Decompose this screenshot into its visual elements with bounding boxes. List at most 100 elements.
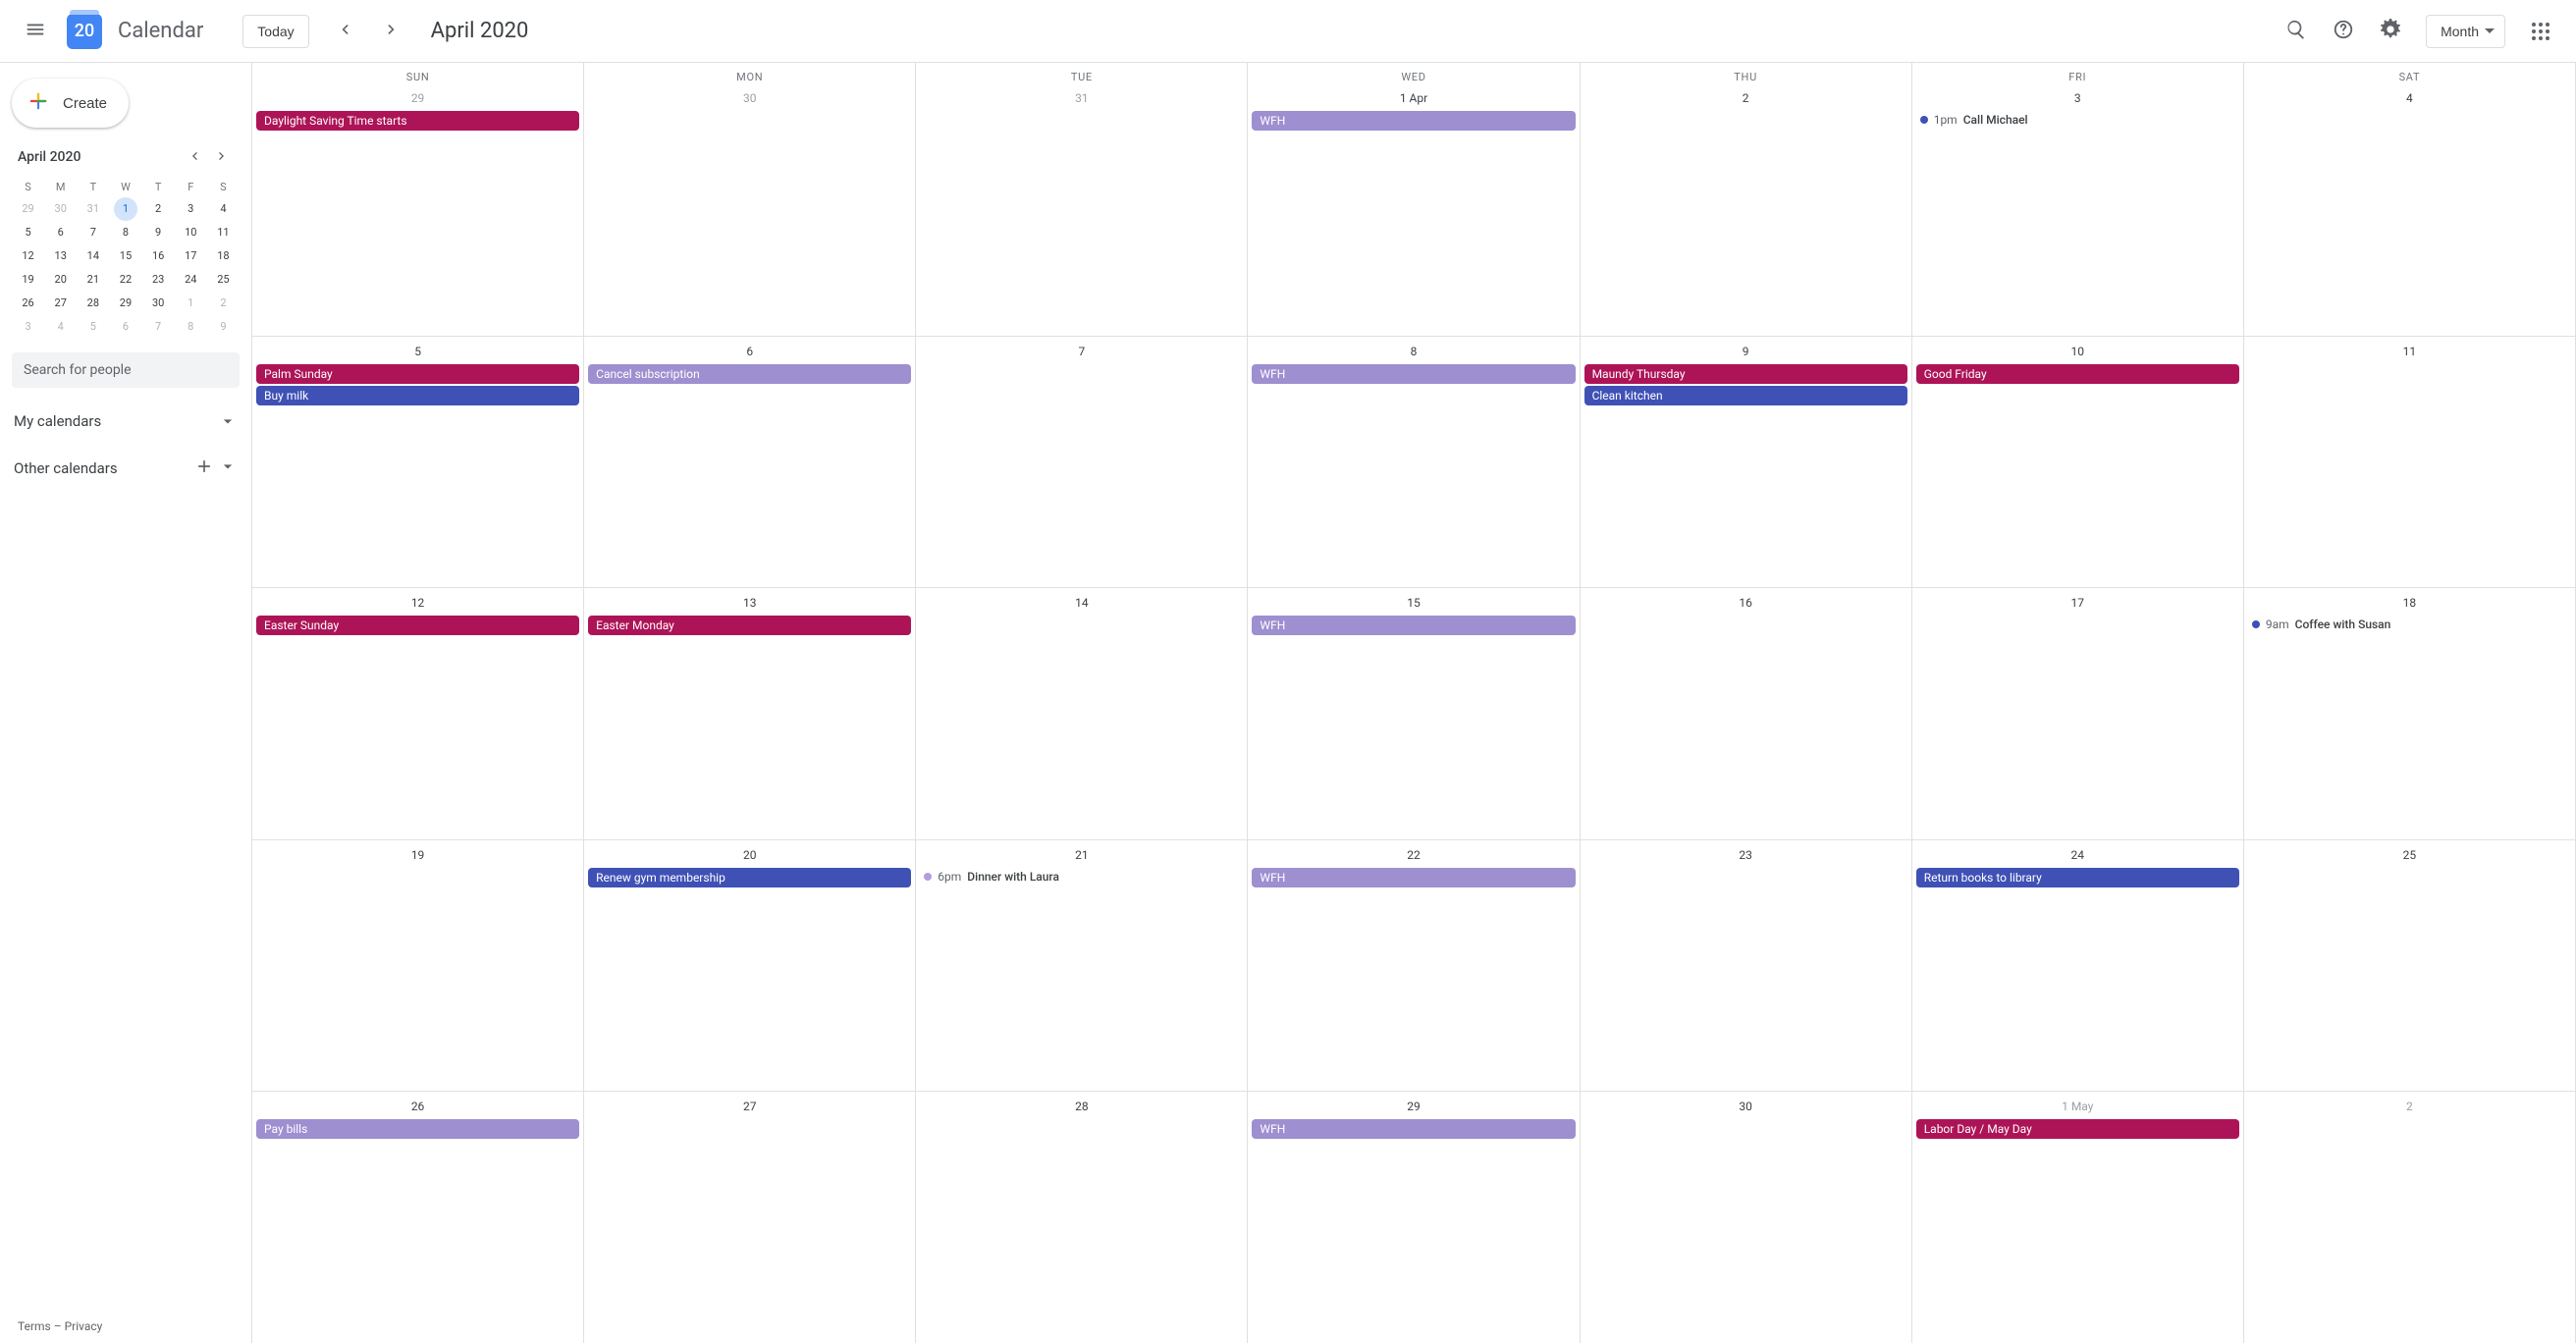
event-chip[interactable]: Daylight Saving Time starts — [256, 111, 579, 131]
mini-day-cell[interactable]: 14 — [81, 244, 105, 268]
mini-day-cell[interactable]: 1 — [179, 292, 202, 315]
day-cell[interactable]: 7 — [916, 337, 1248, 588]
day-cell[interactable]: 14 — [916, 588, 1248, 839]
day-cell[interactable]: 31 — [916, 83, 1248, 336]
mini-day-cell[interactable]: 3 — [179, 197, 202, 221]
settings-button[interactable] — [2371, 12, 2410, 51]
mini-day-cell[interactable]: 5 — [17, 221, 40, 244]
mini-day-cell[interactable]: 25 — [211, 268, 235, 292]
day-cell[interactable]: 28 — [916, 1092, 1248, 1343]
day-cell[interactable]: 31pmCall Michael — [1912, 83, 2244, 336]
day-cell[interactable]: 20Renew gym membership — [584, 840, 916, 1092]
day-cell[interactable]: 1 MayLabor Day / May Day — [1912, 1092, 2244, 1343]
day-cell[interactable]: 5Palm SundayBuy milk — [252, 337, 584, 588]
privacy-link[interactable]: Privacy — [65, 1319, 103, 1333]
day-cell[interactable]: 29WFH — [1248, 1092, 1580, 1343]
event-chip[interactable]: Labor Day / May Day — [1916, 1119, 2239, 1139]
mini-day-cell[interactable]: 1 — [114, 197, 137, 221]
mini-day-cell[interactable]: 21 — [81, 268, 105, 292]
day-cell[interactable]: 8WFH — [1248, 337, 1580, 588]
day-cell[interactable]: 30 — [584, 83, 916, 336]
mini-day-cell[interactable]: 2 — [146, 197, 170, 221]
event-chip[interactable]: Buy milk — [256, 386, 579, 405]
main-menu-button[interactable] — [16, 12, 55, 51]
create-button[interactable]: Create — [12, 79, 129, 128]
mini-day-cell[interactable]: 26 — [17, 292, 40, 315]
today-button[interactable]: Today — [242, 15, 308, 48]
mini-day-cell[interactable]: 6 — [49, 221, 73, 244]
event-chip[interactable]: Good Friday — [1916, 364, 2239, 384]
mini-day-cell[interactable]: 30 — [49, 197, 73, 221]
event-chip[interactable]: Pay bills — [256, 1119, 579, 1139]
next-period-button[interactable] — [372, 12, 411, 51]
help-button[interactable] — [2324, 12, 2363, 51]
mini-day-cell[interactable]: 31 — [81, 197, 105, 221]
day-cell[interactable]: 4 — [2244, 83, 2576, 336]
day-cell[interactable]: 17 — [1912, 588, 2244, 839]
day-cell[interactable]: 25 — [2244, 840, 2576, 1092]
mini-day-cell[interactable]: 7 — [81, 221, 105, 244]
mini-day-cell[interactable]: 20 — [49, 268, 73, 292]
day-cell[interactable]: 189amCoffee with Susan — [2244, 588, 2576, 839]
mini-next-month-button[interactable] — [208, 143, 236, 171]
add-calendar-icon[interactable] — [194, 457, 214, 480]
event-chip[interactable]: Maundy Thursday — [1584, 364, 1907, 384]
event-chip[interactable]: Renew gym membership — [588, 868, 911, 887]
event-chip[interactable]: WFH — [1252, 868, 1575, 887]
day-cell[interactable]: 9Maundy ThursdayClean kitchen — [1581, 337, 1912, 588]
mini-day-cell[interactable]: 9 — [211, 315, 235, 339]
day-cell[interactable]: 6Cancel subscription — [584, 337, 916, 588]
event-chip[interactable]: Cancel subscription — [588, 364, 911, 384]
day-cell[interactable]: 27 — [584, 1092, 916, 1343]
event-timed[interactable]: 9amCoffee with Susan — [2248, 616, 2571, 633]
event-chip[interactable]: Return books to library — [1916, 868, 2239, 887]
mini-day-cell[interactable]: 13 — [49, 244, 73, 268]
my-calendars-toggle[interactable]: My calendars — [12, 409, 240, 433]
day-cell[interactable]: 24Return books to library — [1912, 840, 2244, 1092]
day-cell[interactable]: 13Easter Monday — [584, 588, 916, 839]
day-cell[interactable]: 216pmDinner with Laura — [916, 840, 1248, 1092]
mini-day-cell[interactable]: 12 — [17, 244, 40, 268]
terms-link[interactable]: Terms — [18, 1319, 51, 1333]
mini-day-cell[interactable]: 19 — [17, 268, 40, 292]
mini-day-cell[interactable]: 30 — [146, 292, 170, 315]
mini-day-cell[interactable]: 29 — [17, 197, 40, 221]
mini-day-cell[interactable]: 11 — [211, 221, 235, 244]
day-cell[interactable]: 10Good Friday — [1912, 337, 2244, 588]
mini-day-cell[interactable]: 17 — [179, 244, 202, 268]
day-cell[interactable]: 11 — [2244, 337, 2576, 588]
day-cell[interactable]: 16 — [1581, 588, 1912, 839]
event-chip[interactable]: WFH — [1252, 1119, 1575, 1139]
mini-day-cell[interactable]: 22 — [114, 268, 137, 292]
event-chip[interactable]: WFH — [1252, 616, 1575, 635]
prev-period-button[interactable] — [325, 12, 364, 51]
mini-day-cell[interactable]: 15 — [114, 244, 137, 268]
mini-day-cell[interactable]: 8 — [114, 221, 137, 244]
mini-day-cell[interactable]: 2 — [211, 292, 235, 315]
event-chip[interactable]: Palm Sunday — [256, 364, 579, 384]
mini-day-cell[interactable]: 4 — [211, 197, 235, 221]
search-people-input[interactable]: Search for people — [12, 352, 240, 388]
event-chip[interactable]: Easter Monday — [588, 616, 911, 635]
mini-day-cell[interactable]: 3 — [17, 315, 40, 339]
mini-day-cell[interactable]: 5 — [81, 315, 105, 339]
mini-day-cell[interactable]: 28 — [81, 292, 105, 315]
mini-day-cell[interactable]: 10 — [179, 221, 202, 244]
search-button[interactable] — [2277, 12, 2316, 51]
day-cell[interactable]: 22WFH — [1248, 840, 1580, 1092]
day-cell[interactable]: 30 — [1581, 1092, 1912, 1343]
mini-day-cell[interactable]: 4 — [49, 315, 73, 339]
day-cell[interactable]: 19 — [252, 840, 584, 1092]
event-chip[interactable]: Easter Sunday — [256, 616, 579, 635]
view-switcher[interactable]: Month — [2426, 15, 2505, 48]
event-chip[interactable]: WFH — [1252, 111, 1575, 131]
mini-day-cell[interactable]: 29 — [114, 292, 137, 315]
mini-day-cell[interactable]: 7 — [146, 315, 170, 339]
day-cell[interactable]: 12Easter Sunday — [252, 588, 584, 839]
mini-day-cell[interactable]: 27 — [49, 292, 73, 315]
day-cell[interactable]: 2 — [1581, 83, 1912, 336]
mini-day-cell[interactable]: 24 — [179, 268, 202, 292]
google-apps-button[interactable] — [2521, 12, 2560, 51]
event-timed[interactable]: 1pmCall Michael — [1916, 111, 2239, 129]
day-cell[interactable]: 15WFH — [1248, 588, 1580, 839]
